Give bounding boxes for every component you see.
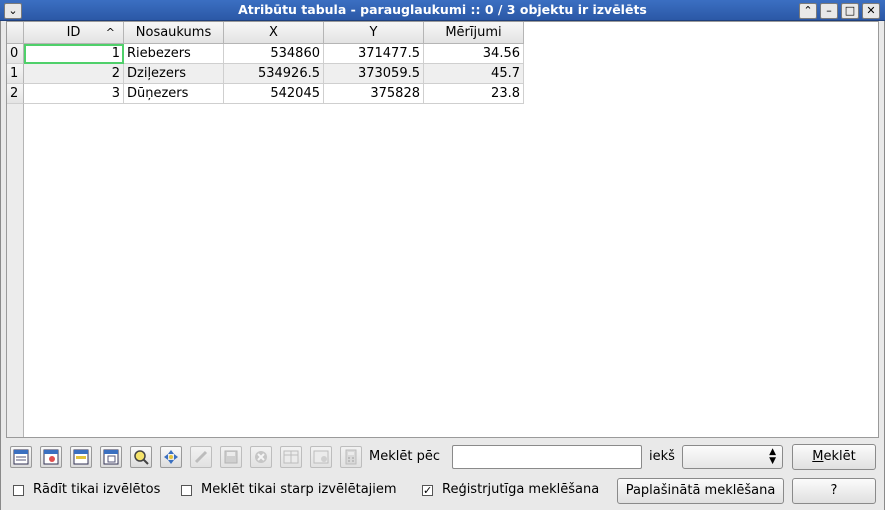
column-header-merijumi[interactable]: Mērījumi bbox=[424, 22, 524, 44]
sort-ascending-icon: ^ bbox=[105, 26, 115, 39]
search-button-mnemonic: M bbox=[812, 449, 824, 464]
search-button-label: eklēt bbox=[823, 449, 856, 464]
row-header[interactable]: 0 bbox=[7, 44, 24, 64]
maximize-icon: □ bbox=[844, 4, 856, 17]
field-select[interactable]: ▲ ▼ bbox=[682, 445, 783, 469]
row-header-column bbox=[7, 104, 24, 437]
field-calculator-icon bbox=[345, 449, 357, 465]
case-sensitive-label[interactable]: Reģistrjutīga meklēšana bbox=[442, 482, 599, 497]
table-cell-name[interactable]: Dziļezers bbox=[124, 64, 224, 84]
case-sensitive-checkbox[interactable]: ✓ bbox=[422, 485, 433, 496]
column-header-label: ID bbox=[66, 25, 81, 40]
minimize-button[interactable]: – bbox=[820, 3, 838, 19]
table-cell-id[interactable]: 2 bbox=[24, 64, 124, 84]
table-cell-name[interactable]: Riebezers bbox=[124, 44, 224, 64]
move-selected-to-top-icon bbox=[73, 449, 89, 465]
zoom-to-selection-icon bbox=[134, 450, 149, 465]
save-edits-icon bbox=[224, 450, 238, 464]
copy-selected-icon bbox=[103, 449, 119, 465]
delete-selected-icon bbox=[255, 451, 267, 463]
pan-to-selection-button[interactable] bbox=[160, 446, 182, 468]
search-input[interactable] bbox=[452, 445, 642, 469]
table-cell-x[interactable]: 534860 bbox=[224, 44, 324, 64]
search-by-label: Meklēt pēc bbox=[369, 449, 440, 464]
new-column-icon bbox=[283, 450, 299, 464]
maximize-button[interactable]: □ bbox=[841, 3, 859, 19]
select-all-icon bbox=[13, 449, 29, 465]
attribute-table[interactable]: ID ^ Nosaukums X Y Mērījumi 0 1 Riebezer… bbox=[6, 21, 879, 438]
table-cell-x[interactable]: 542045 bbox=[224, 84, 324, 104]
save-edits-button[interactable] bbox=[220, 446, 242, 468]
table-cell-name[interactable]: Dūņezers bbox=[124, 84, 224, 104]
row-header[interactable]: 2 bbox=[7, 84, 24, 104]
help-button[interactable]: ? bbox=[792, 478, 876, 504]
pan-to-selection-icon bbox=[164, 450, 178, 464]
invert-selection-button[interactable] bbox=[40, 446, 62, 468]
search-button[interactable]: Meklēt bbox=[792, 444, 876, 470]
spinner-arrows-icon: ▲ ▼ bbox=[769, 447, 776, 466]
row-header[interactable]: 1 bbox=[7, 64, 24, 84]
search-in-label: iekš bbox=[649, 449, 675, 464]
title-bar[interactable]: ⌄ Atribūtu tabula - parauglaukumi :: 0 /… bbox=[0, 0, 885, 21]
window-title: Atribūtu tabula - parauglaukumi :: 0 / 3… bbox=[238, 2, 647, 17]
table-cell-y[interactable]: 373059.5 bbox=[324, 64, 424, 84]
table-corner[interactable] bbox=[7, 22, 24, 44]
zoom-to-selection-button[interactable] bbox=[130, 446, 152, 468]
delete-column-icon bbox=[313, 450, 329, 464]
column-header-x[interactable]: X bbox=[224, 22, 324, 44]
new-column-button[interactable] bbox=[280, 446, 302, 468]
move-selected-to-top-button[interactable] bbox=[70, 446, 92, 468]
shade-button[interactable]: ⌃ bbox=[799, 3, 817, 19]
column-header-y[interactable]: Y bbox=[324, 22, 424, 44]
minimize-icon: – bbox=[826, 4, 832, 17]
toggle-editing-icon bbox=[194, 450, 208, 464]
close-button[interactable]: ✕ bbox=[862, 3, 880, 19]
invert-selection-icon bbox=[43, 449, 59, 465]
select-all-button[interactable] bbox=[10, 446, 32, 468]
checkmark-icon: ✓ bbox=[423, 484, 433, 497]
show-selected-only-checkbox[interactable] bbox=[13, 485, 24, 496]
show-selected-only-label[interactable]: Rādīt tikai izvēlētos bbox=[33, 482, 160, 497]
table-cell-id[interactable]: 3 bbox=[24, 84, 124, 104]
delete-selected-button[interactable] bbox=[250, 446, 272, 468]
column-header-id[interactable]: ID ^ bbox=[24, 22, 124, 44]
search-selected-only-checkbox[interactable] bbox=[181, 485, 192, 496]
table-cell-y[interactable]: 375828 bbox=[324, 84, 424, 104]
table-cell-id[interactable]: 1 bbox=[24, 44, 124, 64]
table-cell-merijumi[interactable]: 34.56 bbox=[424, 44, 524, 64]
table-cell-x[interactable]: 534926.5 bbox=[224, 64, 324, 84]
copy-selected-button[interactable] bbox=[100, 446, 122, 468]
search-selected-only-label[interactable]: Meklēt tikai starp izvēlētajiem bbox=[201, 482, 397, 497]
table-cell-merijumi[interactable]: 45.7 bbox=[424, 64, 524, 84]
field-calculator-button[interactable] bbox=[340, 446, 362, 468]
table-cell-merijumi[interactable]: 23.8 bbox=[424, 84, 524, 104]
toggle-editing-button[interactable] bbox=[190, 446, 212, 468]
chevron-up-icon: ⌃ bbox=[803, 4, 813, 17]
close-icon: ✕ bbox=[866, 4, 876, 17]
table-cell-y[interactable]: 371477.5 bbox=[324, 44, 424, 64]
column-header-nosaukums[interactable]: Nosaukums bbox=[124, 22, 224, 44]
advanced-search-button[interactable]: Paplašinātā meklēšana bbox=[617, 478, 784, 504]
delete-column-button[interactable] bbox=[310, 446, 332, 468]
